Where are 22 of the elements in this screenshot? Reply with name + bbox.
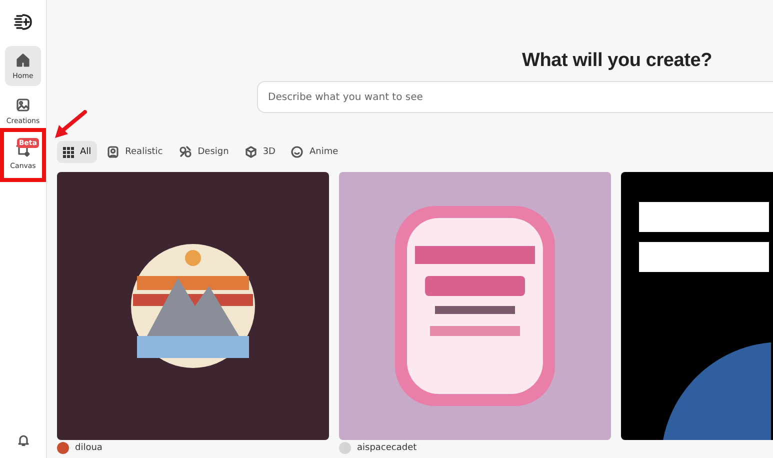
filter-tab[interactable]: Design (172, 141, 235, 163)
image-icon (16, 98, 30, 112)
bell-icon[interactable] (18, 434, 28, 446)
home-icon (16, 52, 30, 66)
search-field[interactable]: Describe what you want to see (257, 81, 773, 113)
page-heading: What will you create? (522, 50, 714, 72)
highlight-frame (0, 128, 46, 182)
cube-icon (244, 146, 257, 158)
filter-tab[interactable]: 3D (238, 141, 282, 163)
author-name[interactable]: diloua (75, 443, 102, 453)
filter-tab[interactable]: Anime (285, 141, 344, 163)
grid-icon (63, 146, 74, 158)
portrait-icon (107, 146, 120, 158)
filter-tab[interactable]: Realistic (101, 141, 169, 163)
invitation-artwork[interactable] (339, 172, 611, 440)
emblem-artwork[interactable] (57, 172, 329, 440)
author-name[interactable]: aispacecadet (357, 443, 417, 453)
brain-logo-icon[interactable] (14, 13, 32, 31)
palette-icon (178, 146, 192, 158)
smiley-icon (291, 146, 304, 158)
pointer-arrow (53, 110, 87, 140)
filter-tab[interactable]: All (57, 141, 98, 163)
